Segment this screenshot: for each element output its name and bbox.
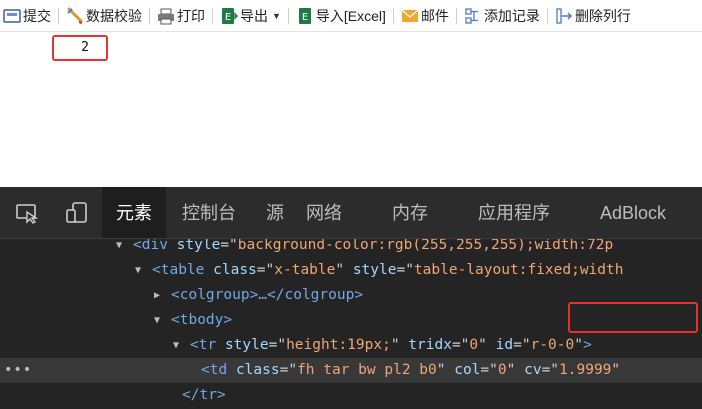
toolbar-separator — [287, 7, 289, 24]
delete-row-button[interactable]: 删除列行 — [552, 0, 634, 31]
mail-icon — [401, 9, 419, 22]
device-toolbar-icon[interactable] — [64, 200, 90, 226]
export-label: 导出 — [240, 7, 268, 24]
dom-node-tr-close[interactable]: </tr> — [0, 383, 702, 408]
tab-network[interactable]: 网络 — [306, 187, 342, 238]
devtools-panel: 元素 控制台 源 网络 内存 应用程序 AdBlock ▼ <div style… — [0, 187, 702, 409]
devtools-tab-bar: 元素 控制台 源 网络 内存 应用程序 AdBlock — [0, 187, 702, 239]
submit-label: 提交 — [23, 7, 51, 24]
more-options-icon[interactable]: ••• — [4, 358, 32, 383]
add-record-button[interactable]: 添加记录 — [461, 0, 543, 31]
expand-triangle-icon[interactable]: ▼ — [154, 308, 160, 333]
add-record-icon — [465, 7, 478, 24]
tab-memory[interactable]: 内存 — [392, 187, 428, 238]
toolbar-separator — [58, 7, 59, 24]
submit-icon — [3, 8, 21, 23]
excel-export-icon: E — [222, 7, 238, 24]
printer-icon — [158, 8, 174, 24]
expand-triangle-icon[interactable]: ▼ — [173, 333, 179, 358]
dom-node-tr[interactable]: ▼ <tr style="height:19px;" tridx="0" id=… — [0, 333, 702, 358]
expand-triangle-icon[interactable]: ▼ — [116, 239, 122, 258]
report-toolbar: 提交 数据校验 打印 E 导出 ▼ E 导入[Excel] 邮件 添加记录 删除… — [0, 0, 702, 32]
excel-import-icon: E — [298, 7, 311, 24]
tab-application[interactable]: 应用程序 — [478, 187, 550, 238]
print-button[interactable]: 打印 — [154, 0, 208, 31]
collapsed-triangle-icon[interactable]: ▶ — [154, 283, 160, 308]
chevron-down-icon[interactable]: ▼ — [272, 11, 281, 21]
toolbar-separator — [392, 7, 394, 24]
validate-button[interactable]: 数据校验 — [63, 0, 145, 31]
highlighted-cell[interactable]: 2 — [52, 35, 108, 61]
import-excel-button[interactable]: E 导入[Excel] — [293, 0, 389, 31]
inspect-element-icon[interactable] — [14, 200, 40, 226]
dom-node-div[interactable]: ▼ <div style="background-color:rgb(255,2… — [0, 239, 702, 258]
report-sheet: 2 — [0, 32, 702, 187]
tab-sources[interactable]: 源 — [266, 187, 284, 238]
tab-elements[interactable]: 元素 — [102, 187, 166, 238]
tab-adblock[interactable]: AdBlock — [600, 187, 666, 238]
toolbar-separator — [149, 7, 150, 24]
validate-icon — [67, 7, 83, 24]
delete-row-icon — [556, 7, 572, 24]
svg-text:E: E — [225, 12, 231, 23]
svg-text:E: E — [302, 12, 308, 23]
delete-row-label: 删除列行 — [574, 7, 631, 24]
mail-label: 邮件 — [420, 7, 449, 24]
submit-button[interactable]: 提交 — [0, 0, 54, 31]
validate-label: 数据校验 — [86, 7, 142, 24]
toolbar-separator — [546, 7, 548, 24]
export-button[interactable]: E 导出 ▼ — [217, 0, 284, 31]
cv-attribute-highlight — [568, 302, 698, 333]
tab-console[interactable]: 控制台 — [182, 187, 236, 238]
toolbar-separator — [455, 7, 457, 24]
toolbar-separator — [212, 7, 213, 24]
dom-node-table[interactable]: ▼ <table class="x-table" style="table-la… — [0, 258, 702, 283]
dom-node-td-selected[interactable]: ••• <td class="fh tar bw pl2 b0" col="0"… — [0, 358, 702, 383]
add-record-label: 添加记录 — [483, 7, 540, 24]
mail-button[interactable]: 邮件 — [398, 0, 452, 31]
print-label: 打印 — [177, 7, 205, 24]
import-excel-label: 导入[Excel] — [315, 7, 386, 24]
expand-triangle-icon[interactable]: ▼ — [135, 258, 141, 283]
